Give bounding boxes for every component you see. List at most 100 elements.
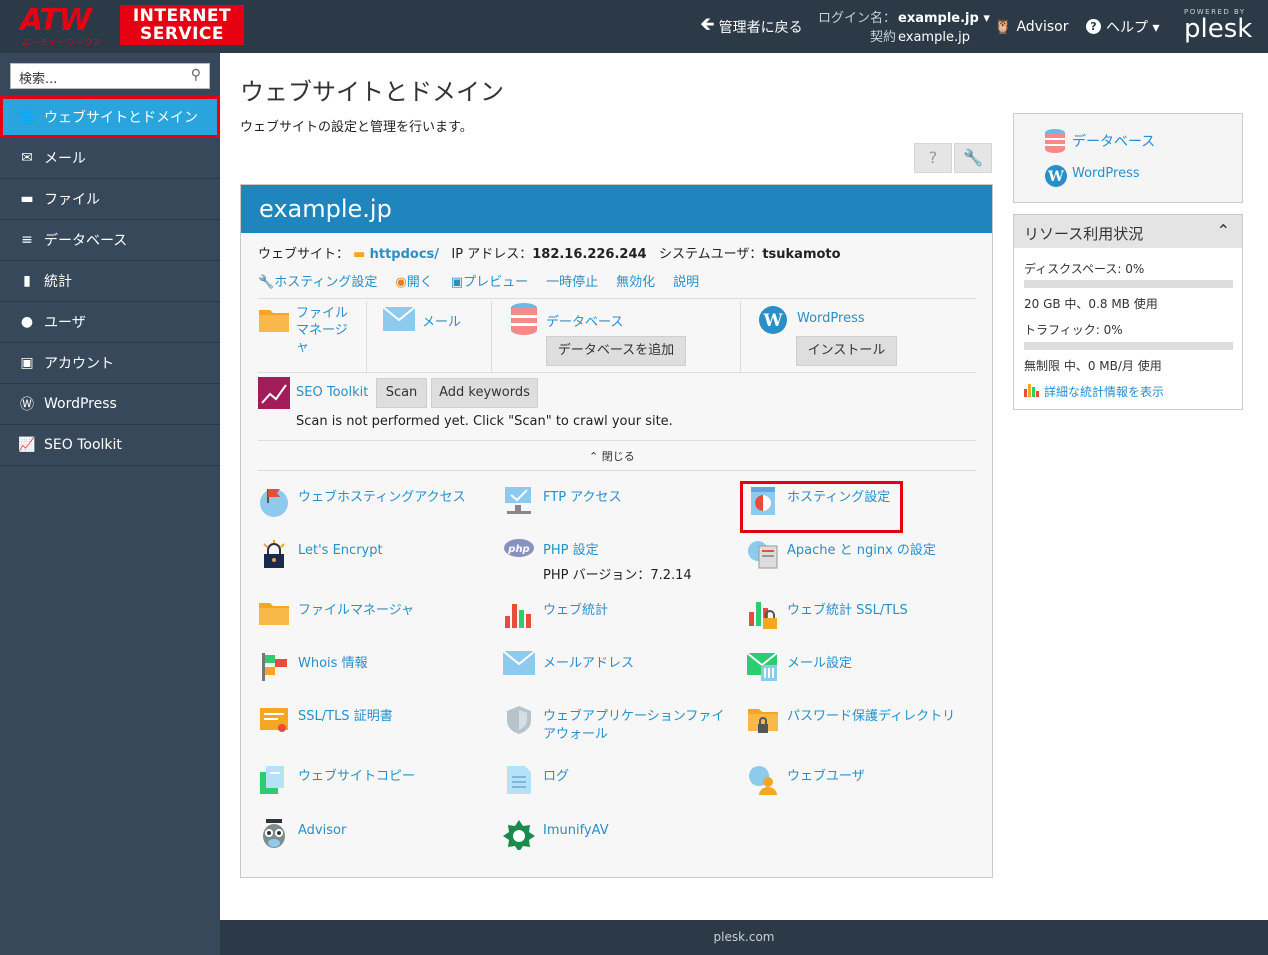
- tile-whois[interactable]: Whois 情報: [258, 651, 368, 683]
- website-dir-link[interactable]: httpdocs/: [370, 247, 439, 262]
- login-label: ログイン名：: [817, 11, 896, 26]
- wordpress-quick-link[interactable]: WordPress: [797, 311, 865, 326]
- open-icon: ◉: [395, 275, 407, 290]
- firewall-icon: [503, 704, 535, 736]
- hosting-settings-link[interactable]: 🔧ホスティング設定: [258, 271, 377, 290]
- resource-usage-title: リソース利用状況: [1024, 225, 1144, 243]
- collapse-button[interactable]: ⌃ 閉じる: [589, 448, 635, 464]
- svg-text:php: php: [507, 544, 529, 555]
- footer-link[interactable]: plesk.com: [714, 930, 775, 944]
- sidebar-item-users[interactable]: ● ユーザ: [0, 302, 220, 343]
- tile-mail-addresses[interactable]: メールアドレス: [502, 650, 634, 683]
- question-icon: ?: [928, 148, 938, 167]
- tile-apache-nginx[interactable]: Apache と nginx の設定: [747, 538, 936, 570]
- sysuser-label: システムユーザ：: [658, 247, 763, 262]
- tile-ssl-certificates[interactable]: SSL/TLS 証明書: [258, 704, 393, 736]
- company-logo[interactable]: ATW エーティーワークス INTERNET SERVICE: [18, 3, 244, 47]
- apache-nginx-icon: [747, 538, 779, 570]
- web-hosting-access-icon: [258, 485, 290, 517]
- seo-toolkit-link[interactable]: SEO Toolkit: [296, 385, 368, 400]
- plesk-brand: plesk: [1184, 14, 1253, 44]
- contract-value: example.jp: [898, 30, 970, 45]
- tile-waf[interactable]: ウェブアプリケーションファイアウォール: [503, 704, 731, 744]
- domain-title[interactable]: example.jp: [241, 185, 992, 233]
- back-to-admin-button[interactable]: 🡸 管理者に戻る: [700, 0, 803, 53]
- disk-usage-bar: [1024, 280, 1233, 288]
- tile-mail-settings[interactable]: メール設定: [746, 651, 852, 683]
- help-button[interactable]: ?: [914, 143, 952, 173]
- suspend-link[interactable]: 一時停止: [546, 271, 598, 290]
- sidebar-item-mail[interactable]: ✉ メール: [0, 138, 220, 179]
- database-icon: [510, 303, 542, 335]
- tile-php-settings[interactable]: php PHP 設定 PHP バージョン：7.2.14: [503, 538, 692, 583]
- description-link[interactable]: 説明: [673, 271, 699, 290]
- tile-ftp-access[interactable]: FTP アクセス: [503, 485, 622, 517]
- scan-button[interactable]: Scan: [376, 378, 427, 408]
- database-icon: ≡: [21, 232, 33, 248]
- disable-link[interactable]: 無効化: [616, 271, 655, 290]
- resource-usage-header[interactable]: リソース利用状況 ⌃: [1014, 215, 1242, 248]
- advisor-button[interactable]: 🦉 Advisor: [994, 0, 1068, 53]
- contract-label: 契約: [869, 30, 896, 45]
- search-input[interactable]: 検索... ⚲: [10, 63, 210, 89]
- add-keywords-button[interactable]: Add keywords: [431, 378, 538, 408]
- preview-link[interactable]: ▣プレビュー: [451, 271, 528, 290]
- sidebar-item-stats[interactable]: ▮ 統計: [0, 261, 220, 302]
- svg-text:W: W: [1047, 169, 1064, 185]
- tile-lets-encrypt[interactable]: Let's Encrypt: [258, 538, 383, 570]
- tile-web-users[interactable]: ウェブユーザ: [747, 764, 865, 796]
- chevron-up-icon: ⌃: [589, 450, 602, 463]
- web-stats-icon: [503, 598, 535, 630]
- tile-imunifyav[interactable]: ImunifyAV: [503, 818, 609, 852]
- sidebar-nav: 🌐 ウェブサイトとドメイン ✉ メール ▬ ファイル ≡ データベース ▮ 統計 ● ユーザ…: [0, 96, 220, 466]
- advisor-icon: [258, 818, 290, 850]
- help-menu[interactable]: ? ヘルプ ▾: [1086, 0, 1159, 53]
- file-manager-quick-link[interactable]: ファイルマネージャ: [296, 305, 354, 356]
- divider: [491, 301, 492, 373]
- sidebar-item-label: SEO Toolkit: [44, 437, 122, 453]
- web-stats-ssl-icon: [747, 598, 779, 630]
- database-link[interactable]: データベース: [1072, 131, 1155, 151]
- tile-protected-dirs[interactable]: パスワード保護ディレクトリ: [747, 704, 955, 736]
- sidebar-item-seo[interactable]: 📈 SEO Toolkit: [0, 425, 220, 466]
- ip-label: IP アドレス：: [451, 247, 533, 262]
- tile-web-stats-ssl[interactable]: ウェブ統計 SSL/TLS: [747, 598, 908, 630]
- preview-icon: ▣: [450, 275, 464, 290]
- tile-logs[interactable]: ログ: [503, 764, 569, 796]
- tile-web-hosting-access[interactable]: ウェブホスティングアクセス: [258, 485, 466, 517]
- database-quick-link[interactable]: データベース: [546, 311, 623, 330]
- sidebar-item-label: ユーザ: [44, 315, 86, 331]
- tile-advisor[interactable]: Advisor: [258, 818, 346, 850]
- open-link[interactable]: ◉開く: [395, 271, 432, 290]
- page-title: ウェブサイトとドメイン: [240, 78, 504, 106]
- sidebar-item-files[interactable]: ▬ ファイル: [0, 179, 220, 220]
- sidebar-item-label: ウェブサイトとドメイン: [44, 110, 198, 126]
- logs-icon: [503, 764, 535, 796]
- top-bar: ATW エーティーワークス INTERNET SERVICE 🡸 管理者に戻る …: [0, 0, 1268, 53]
- add-database-button[interactable]: データベースを追加: [546, 336, 686, 366]
- detailed-stats-link[interactable]: 詳細な統計情報を表示: [1044, 383, 1164, 400]
- website-label: ウェブサイト：: [258, 247, 350, 262]
- tile-web-stats[interactable]: ウェブ統計: [503, 598, 608, 630]
- mail-quick-link[interactable]: メール: [422, 311, 461, 330]
- quick-links-box: データベース W WordPress: [1013, 113, 1243, 203]
- resource-usage-box: リソース利用状況 ⌃ ディスクスペース: 0% 20 GB 中、0.8 MB 使…: [1013, 214, 1243, 410]
- sidebar-item-account[interactable]: ▣ アカウント: [0, 343, 220, 384]
- footer: plesk.com: [220, 920, 1268, 955]
- sidebar: 検索... ⚲ 🌐 ウェブサイトとドメイン ✉ メール ▬ ファイル ≡ データベース …: [0, 53, 220, 955]
- sidebar-item-websites[interactable]: 🌐 ウェブサイトとドメイン: [0, 96, 220, 138]
- seo-note: Scan is not performed yet. Click "Scan" …: [296, 414, 673, 429]
- wordpress-icon: W: [758, 305, 790, 335]
- sidebar-item-label: WordPress: [44, 396, 117, 412]
- sidebar-item-databases[interactable]: ≡ データベース: [0, 220, 220, 261]
- tile-file-manager[interactable]: ファイルマネージャ: [258, 598, 414, 630]
- arrow-left-icon: 🡸: [700, 13, 715, 35]
- wordpress-link[interactable]: WordPress: [1072, 166, 1140, 181]
- install-button[interactable]: インストール: [796, 336, 897, 366]
- login-dropdown[interactable]: example.jp ▾: [898, 11, 990, 26]
- tile-website-copy[interactable]: ウェブサイトコピー: [258, 764, 415, 796]
- chevron-up-icon: ⌃: [1216, 221, 1230, 240]
- sidebar-item-label: ファイル: [44, 192, 100, 208]
- tools-button[interactable]: 🔧: [954, 143, 992, 173]
- sidebar-item-wordpress[interactable]: Ⓦ WordPress: [0, 384, 220, 425]
